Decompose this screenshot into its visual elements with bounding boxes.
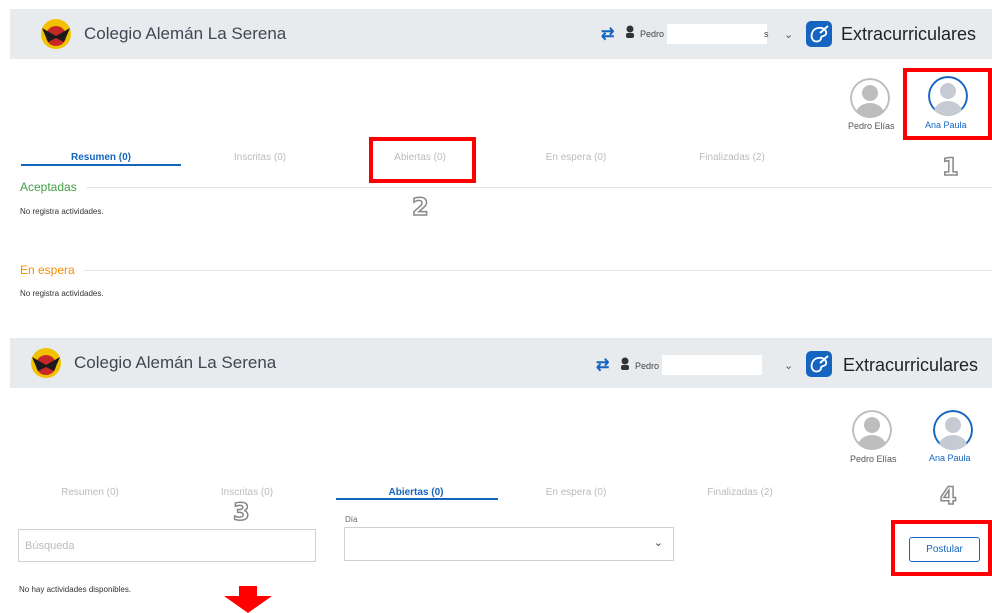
user-icon: [626, 25, 634, 38]
school-name[interactable]: Colegio Alemán La Serena: [84, 24, 286, 44]
step-number-1: 1: [941, 152, 959, 182]
student-name-ana[interactable]: Ana Paula: [929, 453, 971, 463]
user-name[interactable]: Pedro: [640, 29, 664, 39]
student-avatar-pedro[interactable]: [852, 410, 892, 450]
student-avatar-ana[interactable]: [933, 410, 973, 450]
section-divider: [84, 270, 992, 271]
chevron-down-icon[interactable]: ⌄: [784, 359, 793, 372]
empty-message-en-espera: No registra actividades.: [20, 289, 104, 298]
step-number-3: 3: [232, 497, 250, 527]
student-name-pedro[interactable]: Pedro Elías: [848, 121, 895, 131]
search-input[interactable]: [18, 529, 316, 562]
tab-resumen[interactable]: Resumen (0): [21, 152, 181, 163]
redacted-name: [667, 24, 767, 44]
chevron-down-icon: ⌄: [653, 537, 663, 549]
user-icon: [621, 357, 629, 370]
highlight-box-abiertas: [369, 137, 476, 183]
step-number-2: 2: [411, 192, 429, 222]
user-name-suffix: s: [764, 29, 769, 39]
highlight-box-student: [903, 68, 992, 140]
day-filter-label: Día: [345, 515, 358, 524]
tab-finalizadas[interactable]: Finalizadas (2): [652, 152, 812, 163]
tab-inscritas[interactable]: Inscritas (0): [167, 487, 327, 498]
empty-message-aceptadas: No registra actividades.: [20, 207, 104, 216]
tab-active-indicator: [336, 498, 498, 500]
tab-finalizadas[interactable]: Finalizadas (2): [660, 487, 820, 498]
tab-active-indicator: [21, 164, 181, 166]
palette-icon: [806, 21, 832, 47]
palette-icon: [806, 351, 832, 377]
swap-arrows-icon[interactable]: ⇄: [601, 24, 614, 44]
day-select[interactable]: ⌄: [344, 527, 674, 561]
tab-en-espera[interactable]: En espera (0): [496, 487, 656, 498]
tab-en-espera[interactable]: En espera (0): [496, 152, 656, 163]
redacted-name: [662, 355, 762, 375]
swap-arrows-icon[interactable]: ⇄: [596, 355, 609, 375]
app-title: Extracurriculares: [841, 24, 977, 44]
arrow-down-icon: [224, 586, 272, 613]
empty-message: No hay actividades disponibles.: [19, 585, 132, 594]
app-title: Extracurriculares: [843, 355, 979, 375]
school-logo: [28, 345, 64, 381]
section-title-aceptadas: Aceptadas: [20, 180, 77, 194]
school-logo: [38, 16, 74, 52]
student-name-pedro[interactable]: Pedro Elías: [850, 454, 897, 464]
student-avatar-pedro[interactable]: [850, 78, 890, 118]
highlight-box-postular: [891, 520, 992, 576]
chevron-down-icon[interactable]: ⌄: [784, 28, 793, 41]
step-number-4: 4: [939, 481, 957, 511]
tab-inscritas[interactable]: Inscritas (0): [180, 152, 340, 163]
section-divider: [86, 187, 992, 188]
user-name[interactable]: Pedro: [635, 361, 659, 371]
tab-resumen[interactable]: Resumen (0): [10, 487, 170, 498]
section-title-en-espera: En espera: [20, 263, 75, 277]
school-name[interactable]: Colegio Alemán La Serena: [74, 353, 276, 373]
tab-abiertas[interactable]: Abiertas (0): [336, 487, 496, 498]
